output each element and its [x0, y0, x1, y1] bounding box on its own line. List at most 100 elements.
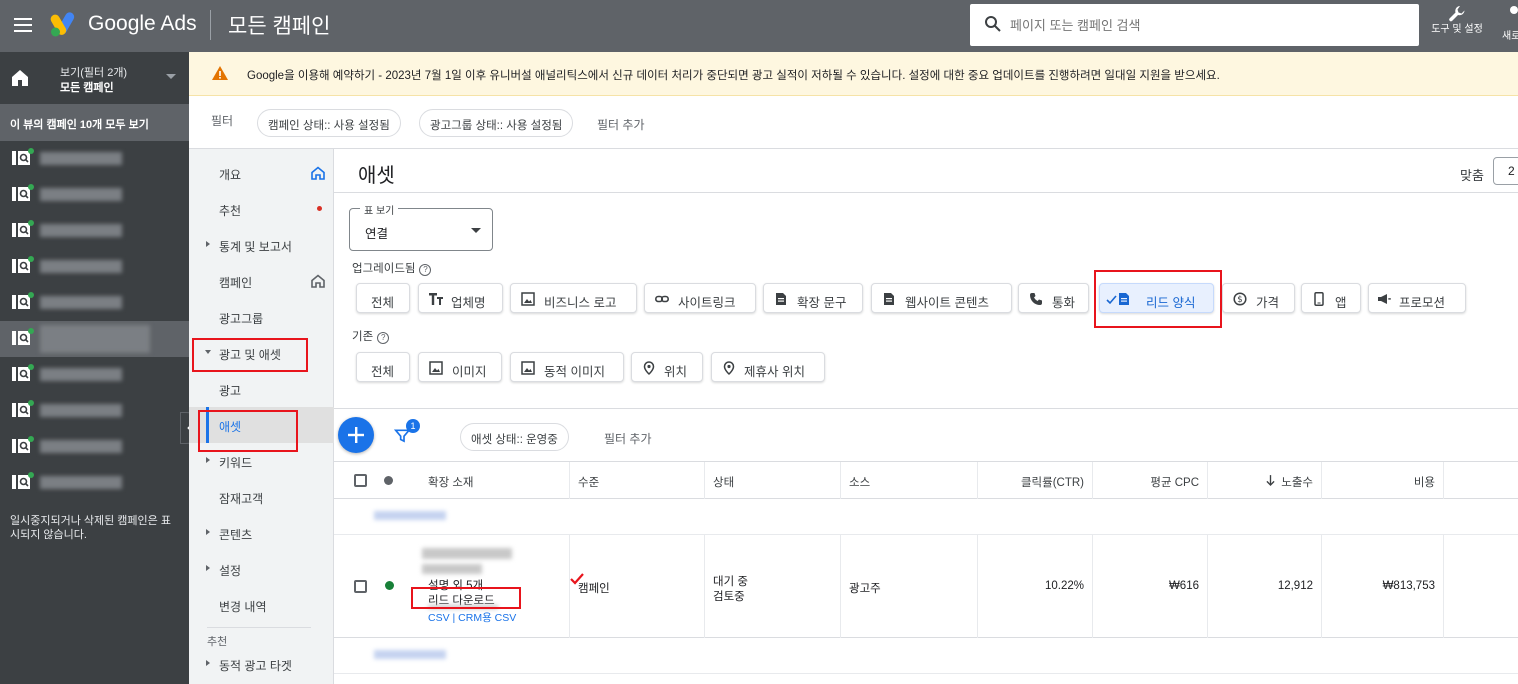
chevron-right-icon — [206, 529, 210, 535]
nav-change-history[interactable]: 변경 내역 — [189, 587, 334, 623]
campaign-item[interactable] — [0, 465, 189, 501]
column-header-impressions[interactable]: 노출수 — [1208, 462, 1322, 499]
campaign-item-selected[interactable] — [0, 321, 189, 357]
hamburger-menu-icon[interactable] — [12, 14, 34, 36]
column-header-cost[interactable]: 비용 — [1322, 462, 1444, 499]
view-all-campaigns-link[interactable]: 이 뷰의 캠페인 10개 모두 보기 — [0, 104, 189, 141]
search-box[interactable] — [970, 4, 1419, 46]
column-header-level[interactable]: 수준 — [570, 462, 705, 499]
table-row[interactable]: 설명 외 5개 리드 다운로드 CSV | CRM용 CSV 캠페인 대기 중 … — [334, 535, 1518, 638]
row-checkbox[interactable] — [354, 580, 367, 593]
asset-type-sitelink-button[interactable]: 사이트링크 — [644, 283, 756, 313]
refresh-icon — [1510, 6, 1518, 14]
status-dot — [28, 292, 34, 298]
nav-recommendations[interactable]: 추천 — [189, 191, 334, 227]
megaphone-icon — [1378, 294, 1391, 304]
campaign-item[interactable] — [0, 141, 189, 177]
table-add-filter-link[interactable]: 필터 추가 — [604, 430, 652, 447]
basic-type-affiliate-location-button[interactable]: 제휴사 위치 — [711, 352, 825, 382]
asset-type-promotion-button[interactable]: 프로모션 — [1368, 283, 1466, 313]
cpc-value: ₩616 — [1168, 580, 1199, 592]
asset-type-call-button[interactable]: 통화 — [1018, 283, 1089, 313]
column-header-asset[interactable]: 확장 소재 — [404, 462, 570, 499]
nav-audiences[interactable]: 잠재고객 — [189, 479, 334, 515]
tools-settings-button[interactable]: 도구 및 설정 — [1428, 2, 1486, 52]
help-icon[interactable]: ? — [419, 264, 432, 276]
column-header-ctr[interactable]: 클릭률(CTR) — [978, 462, 1093, 499]
fit-select[interactable]: 2 — [1493, 157, 1518, 185]
basic-type-dynamic-image-button[interactable]: 동적 이미지 — [510, 352, 624, 382]
nav-campaigns[interactable]: 캠페인 — [189, 263, 334, 299]
refresh-button[interactable]: 새로 — [1498, 2, 1518, 52]
asset-type-business-name-button[interactable]: 업체명 — [418, 283, 503, 313]
asset-type-business-logo-button[interactable]: 비즈니스 로고 — [510, 283, 637, 313]
add-filter-link[interactable]: 필터 추가 — [597, 116, 645, 133]
column-header-status[interactable]: 상태 — [705, 462, 841, 499]
campaign-item[interactable] — [0, 393, 189, 429]
csv-download-links[interactable]: CSV | CRM용 CSV — [428, 610, 516, 625]
nav-assets[interactable]: 애셋 — [189, 407, 334, 443]
asset-type-all-button[interactable]: 전체 — [356, 283, 410, 313]
account-sidebar: 보기(필터 2개) 모든 캠페인 이 뷰의 캠페인 10개 모두 보기 일시중지… — [0, 52, 189, 684]
basic-type-all-button[interactable]: 전체 — [356, 352, 410, 382]
campaign-item[interactable] — [0, 249, 189, 285]
document-icon — [776, 293, 786, 305]
phone-icon — [1030, 293, 1042, 305]
nav-content[interactable]: 콘텐츠 — [189, 515, 334, 551]
column-header-source[interactable]: 소스 — [841, 462, 978, 499]
nav-ads[interactable]: 광고 — [189, 371, 334, 407]
search-campaign-icon — [12, 367, 30, 381]
nav-ads-assets[interactable]: 광고 및 애셋 — [189, 335, 334, 371]
campaign-group-row[interactable] — [334, 499, 1518, 535]
svg-text:$: $ — [1237, 295, 1242, 305]
cell-avg-cpc: ₩616 — [1093, 535, 1208, 638]
column-header-avg-cpc[interactable]: 평균 CPC — [1093, 462, 1208, 499]
link-icon — [655, 295, 669, 303]
adgroup-status-filter-chip[interactable]: 광고그룹 상태:: 사용 설정됨 — [419, 109, 574, 137]
search-campaign-icon — [12, 295, 30, 309]
asset-type-price-button[interactable]: $ 가격 — [1222, 283, 1295, 313]
filter-button[interactable]: 1 — [394, 419, 420, 447]
campaign-group-row[interactable] — [334, 638, 1518, 674]
basic-type-image-button[interactable]: 이미지 — [418, 352, 502, 382]
notice-text: Google을 이용해 예약하기 - 2023년 7월 1일 이후 유니버설 애… — [247, 70, 1220, 82]
campaign-item[interactable] — [0, 429, 189, 465]
location-pin-icon — [723, 361, 735, 375]
top-bar: Google Ads 모든 캠페인 도구 및 설정 새로 — [0, 0, 1518, 52]
nav-label: 잠재고객 — [219, 492, 264, 506]
refresh-label: 새로 — [1502, 31, 1518, 42]
asset-status-filter-chip[interactable]: 애셋 상태:: 운영중 — [460, 423, 569, 451]
asset-type-lead-form-button[interactable]: 리드 양식 — [1099, 283, 1214, 313]
help-icon[interactable]: ? — [377, 332, 390, 344]
nav-dynamic-ad-targets[interactable]: 동적 광고 타겟 — [189, 646, 334, 682]
campaign-item[interactable] — [0, 177, 189, 213]
chevron-right-icon — [206, 660, 210, 666]
sort-descending-icon — [1266, 475, 1275, 486]
add-asset-button[interactable] — [338, 417, 374, 453]
basic-type-location-button[interactable]: 위치 — [631, 352, 703, 382]
campaign-item[interactable] — [0, 285, 189, 321]
account-view-selector[interactable]: 보기(필터 2개) 모든 캠페인 — [0, 52, 189, 104]
campaign-name-redacted — [40, 476, 122, 489]
asset-type-app-button[interactable]: 앱 — [1301, 283, 1361, 313]
asset-type-callout-button[interactable]: 확장 문구 — [763, 283, 863, 313]
campaign-item[interactable] — [0, 213, 189, 249]
search-input[interactable] — [1010, 12, 1410, 38]
home-icon — [12, 70, 28, 86]
status-dot — [28, 400, 34, 406]
nav-overview[interactable]: 개요 — [189, 155, 334, 191]
fit-label: 맞춤 — [1460, 168, 1484, 183]
status-dot-active — [385, 581, 394, 590]
select-all-checkbox[interactable] — [354, 474, 367, 487]
nav-adgroups[interactable]: 광고그룹 — [189, 299, 334, 335]
asset-type-website-content-button[interactable]: 웹사이트 콘텐츠 — [871, 283, 1012, 313]
location-pin-icon — [643, 361, 655, 375]
filter-label: 필터 — [211, 114, 234, 128]
nav-stats-reports[interactable]: 통계 및 보고서 — [189, 227, 334, 263]
paused-campaigns-note: 일시중지되거나 삭제된 캠페인은 표시되지 않습니다. — [10, 515, 171, 541]
nav-settings[interactable]: 설정 — [189, 551, 334, 587]
campaign-item[interactable] — [0, 357, 189, 393]
campaign-status-filter-chip[interactable]: 캠페인 상태:: 사용 설정됨 — [257, 109, 401, 137]
table-view-select[interactable]: 표 보기 연결 — [349, 202, 493, 251]
nav-keywords[interactable]: 키워드 — [189, 443, 334, 479]
